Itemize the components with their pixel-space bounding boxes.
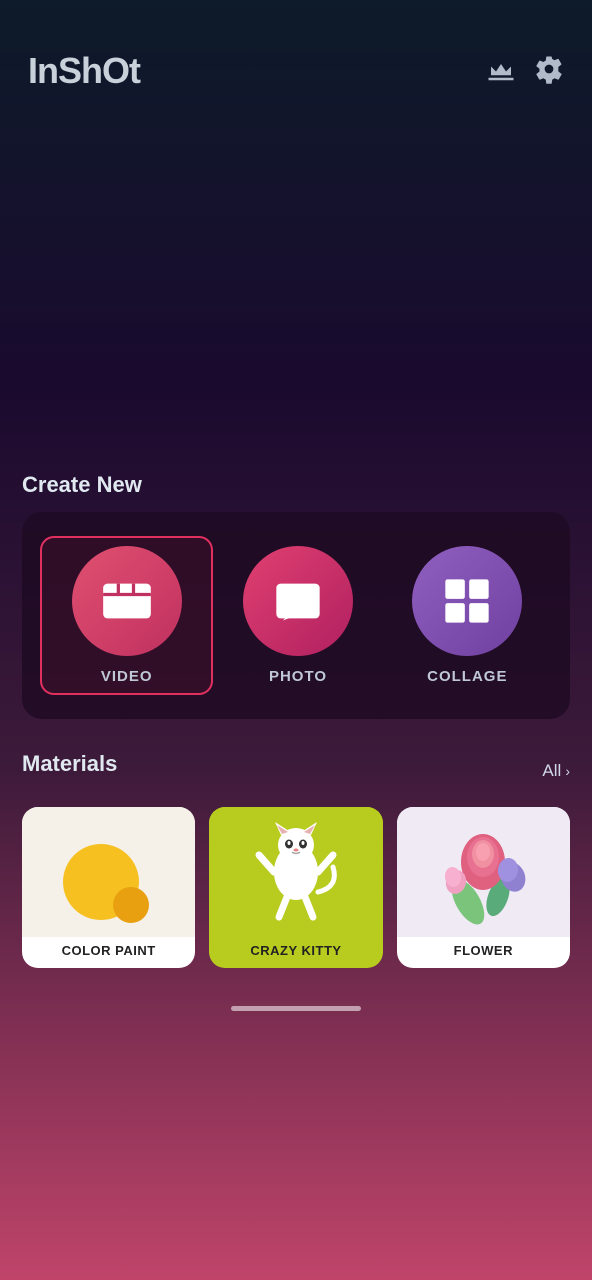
materials-title: Materials bbox=[22, 751, 117, 777]
materials-all-label: All bbox=[542, 761, 561, 781]
photo-icon bbox=[272, 575, 324, 627]
create-new-title: Create New bbox=[22, 472, 570, 498]
crazy-kitty-label: CRAZY KITTY bbox=[250, 943, 341, 958]
create-photo-item[interactable]: PHOTO bbox=[213, 538, 382, 693]
main-content: Create New VIDEO bbox=[0, 472, 592, 968]
material-card-flower[interactable]: FLOWER bbox=[397, 807, 570, 968]
header: InShOt bbox=[0, 0, 592, 112]
photo-circle bbox=[243, 546, 353, 656]
materials-all-link[interactable]: All › bbox=[542, 761, 570, 781]
home-indicator bbox=[0, 986, 592, 1025]
create-new-panel: VIDEO PHOTO COL bbox=[22, 512, 570, 719]
collage-circle bbox=[412, 546, 522, 656]
material-card-color-paint[interactable]: COLOR PAINT bbox=[22, 807, 195, 968]
materials-header: Materials All › bbox=[22, 751, 570, 791]
collage-icon bbox=[441, 575, 493, 627]
collage-label: COLLAGE bbox=[427, 668, 507, 685]
gear-icon[interactable] bbox=[534, 54, 564, 89]
photo-label: PHOTO bbox=[269, 668, 327, 685]
materials-section: Materials All › COLOR PAINT bbox=[22, 751, 570, 968]
color-paint-label: COLOR PAINT bbox=[62, 943, 156, 958]
flower-image bbox=[397, 807, 570, 937]
crazy-kitty-image bbox=[209, 807, 382, 937]
home-bar bbox=[231, 1006, 361, 1011]
chevron-right-icon: › bbox=[565, 763, 570, 779]
materials-grid: COLOR PAINT bbox=[22, 807, 570, 968]
flower-label: FLOWER bbox=[454, 943, 513, 958]
create-collage-item[interactable]: COLLAGE bbox=[383, 538, 552, 693]
header-icons bbox=[486, 54, 564, 89]
color-paint-image bbox=[22, 807, 195, 937]
material-card-crazy-kitty[interactable]: CRAZY KITTY bbox=[209, 807, 382, 968]
crown-icon[interactable] bbox=[486, 54, 516, 89]
video-label: VIDEO bbox=[101, 668, 153, 685]
video-circle bbox=[72, 546, 182, 656]
app-logo: InShOt bbox=[28, 50, 140, 92]
video-icon bbox=[101, 575, 153, 627]
create-video-item[interactable]: VIDEO bbox=[40, 536, 213, 695]
